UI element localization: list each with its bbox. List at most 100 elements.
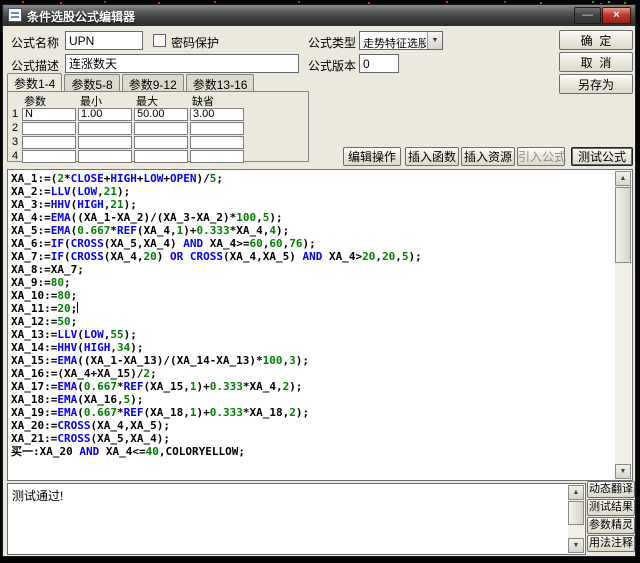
formula-version-input[interactable] [359,54,399,73]
param-cell-input[interactable] [22,107,76,121]
param-wizard-button[interactable]: 参数精灵 [587,517,635,534]
param-cell-input[interactable] [190,107,244,121]
param-cell-input[interactable] [134,107,188,121]
code-token: XA_21:= [11,432,58,445]
code-line: XA_1:=(2*CLOSE+HIGH+LOW+OPEN)/5; [11,172,614,185]
code-token: XA_16:=(XA_4+XA_15)/ [11,367,144,380]
code-token: ); [130,393,144,406]
tab-params-13-16[interactable]: 参数13-16 [185,74,255,92]
code-editor[interactable]: XA_1:=(2*CLOSE+HIGH+LOW+OPEN)/5; XA_2:=LL… [7,169,633,481]
code-token: OPEN [169,172,197,185]
param-cell-input[interactable] [190,135,244,149]
param-cell-input[interactable] [134,149,188,163]
code-token: XA_17:= [11,380,58,393]
param-cell-input[interactable] [78,135,132,149]
param-cell-input[interactable] [22,135,76,149]
insert-resource-button[interactable]: 插入资源 [461,147,515,166]
param-cell-input[interactable] [78,149,132,163]
code-token: 34 [116,341,131,354]
output-scroll-down-icon[interactable]: ▼ [568,538,584,553]
import-formula-button[interactable]: 引入公式 [517,147,566,166]
dynamic-translate-button[interactable]: 动态翻译 [587,481,635,498]
code-token: XA_3:= [11,198,51,211]
code-token: XA_1:=( [11,172,58,185]
password-checkbox[interactable] [153,34,166,47]
code-line: XA_13:=LLV(LOW,55); [11,328,614,341]
code-line: XA_15:=EMA((XA_1-XA_13)/(XA_14-XA_13)*10… [11,354,614,367]
output-scrollbar[interactable]: ▲ ▼ [568,485,584,553]
code-token: ); [130,341,144,354]
code-token: *XA_4, [242,380,283,393]
minimize-button[interactable]: — [574,7,601,24]
param-cell-input[interactable] [78,121,132,135]
code-token: *XA_18, [242,406,290,419]
param-cell-input[interactable] [134,121,188,135]
code-token: LLV [57,328,78,341]
insert-function-button[interactable]: 插入函数 [405,147,459,166]
tab-params-5-8[interactable]: 参数5-8 [64,74,120,92]
code-token: (XA_16, [77,393,124,406]
tab-params-9-12[interactable]: 参数9-12 [121,74,184,92]
code-token: XA_12:= [11,315,58,328]
code-token: XA_9:= [11,276,51,289]
test-output-box[interactable]: 测试通过! ▲ ▼ [7,483,586,555]
output-scrollbar-thumb[interactable] [568,501,584,525]
ok-button[interactable]: 确 定 [559,30,633,50]
param-cell-input[interactable] [190,149,244,163]
code-token: XA_7:= [11,250,51,263]
usage-notes-button[interactable]: 用法注释 [587,535,635,552]
code-token: XA_11:= [11,302,58,315]
code-area[interactable]: XA_1:=(2*CLOSE+HIGH+LOW+OPEN)/5; XA_2:=LL… [11,172,614,479]
test-result-button[interactable]: 测试结果 [587,499,635,516]
test-result-message: 测试通过! [12,489,64,503]
code-token: HHV [50,198,71,211]
code-token: XA_19:= [11,406,58,419]
close-button[interactable]: × [602,7,631,24]
code-token: , [110,341,117,354]
code-token: (XA_4, [136,224,177,237]
code-token: 0.667 [77,224,111,237]
code-token: HHV [57,341,78,354]
code-token: 20 [381,250,396,263]
code-token: 0.333 [209,380,243,393]
code-line: XA_16:=(XA_4+XA_15)/2; [11,367,614,380]
code-token: (XA_5,XA_4) [103,237,184,250]
cancel-button[interactable]: 取 消 [559,52,633,72]
scroll-up-icon[interactable]: ▲ [615,171,631,186]
code-token: )+ [196,406,210,419]
scroll-down-icon[interactable]: ▼ [615,464,631,479]
formula-name-input[interactable] [65,31,143,50]
param-cell-input[interactable] [190,121,244,135]
save-as-button[interactable]: 另存为 [559,74,633,94]
code-line: XA_21:=CROSS(XA_5,XA_4); [11,432,614,445]
code-token: 0.667 [83,406,117,419]
code-token: CROSS [189,250,223,263]
test-formula-button[interactable]: 测试公式 [571,147,633,166]
output-scroll-up-icon[interactable]: ▲ [568,485,584,500]
param-cell-input[interactable] [22,121,76,135]
code-token: XA_8:=XA_7; [11,263,84,276]
chevron-down-icon[interactable]: ▼ [427,32,442,49]
code-token: ); [408,250,422,263]
code-token: ); [117,185,131,198]
code-token: ,COLORYELLOW; [158,445,245,458]
param-cell-input[interactable] [78,107,132,121]
editor-scrollbar-thumb[interactable] [615,187,631,263]
formula-desc-input[interactable] [65,54,299,73]
code-token: IF [50,237,64,250]
edit-operations-button[interactable]: 编辑操作 [343,147,401,166]
editor-scrollbar[interactable]: ▲ ▼ [615,171,631,479]
param-cell-input[interactable] [134,135,188,149]
code-line: XA_19:=EMA(0.667*REF(XA_18,1)+0.333*XA_1… [11,406,614,419]
param-cell-input[interactable] [22,149,76,163]
titlebar[interactable]: 条件选股公式编辑器 — × [3,5,635,26]
param-row-number: 1 [12,108,19,120]
code-token: *XA_4, [229,224,270,237]
code-line: XA_12:=50; [11,315,614,328]
code-token: EMA [57,380,78,393]
formula-type-select[interactable]: 走势特征选股 ▼ [359,31,443,50]
code-token: , [97,185,104,198]
tab-params-1-4[interactable]: 参数1-4 [7,73,63,91]
app-icon [8,8,22,22]
code-line: XA_8:=XA_7; [11,263,614,276]
